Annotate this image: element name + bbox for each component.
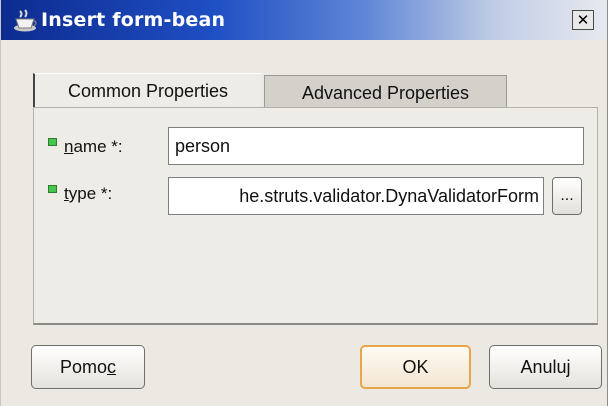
tab-common-properties[interactable]: Common Properties xyxy=(33,73,261,109)
name-label-text: ame *: xyxy=(73,137,123,156)
insert-form-bean-dialog: Insert form-bean ✕ Common Properties Adv… xyxy=(0,0,608,406)
type-input[interactable]: he.struts.validator.DynaValidatorForm xyxy=(168,177,544,215)
coffee-cup-icon xyxy=(13,9,39,33)
required-marker-icon xyxy=(48,138,57,146)
name-label: name *: xyxy=(64,137,123,157)
help-button[interactable]: Pomo c xyxy=(31,345,145,389)
required-marker-icon xyxy=(48,185,57,193)
help-button-label: Pomo xyxy=(59,356,108,377)
help-button-mnemonic: c xyxy=(107,356,117,377)
type-label: type *: xyxy=(64,184,112,204)
type-label-text: ype *: xyxy=(68,184,113,203)
tab-advanced-properties[interactable]: Advanced Properties xyxy=(264,75,507,111)
ok-button[interactable]: OK xyxy=(360,345,471,389)
dialog-title: Insert form-bean xyxy=(41,9,226,31)
close-button[interactable]: ✕ xyxy=(572,10,594,30)
browse-type-button[interactable]: ... xyxy=(552,177,582,215)
name-input[interactable]: person xyxy=(168,127,584,165)
close-icon: ✕ xyxy=(576,10,590,29)
title-bar[interactable]: Insert form-bean ✕ xyxy=(1,0,607,40)
cancel-button[interactable]: Anuluj xyxy=(489,345,602,389)
